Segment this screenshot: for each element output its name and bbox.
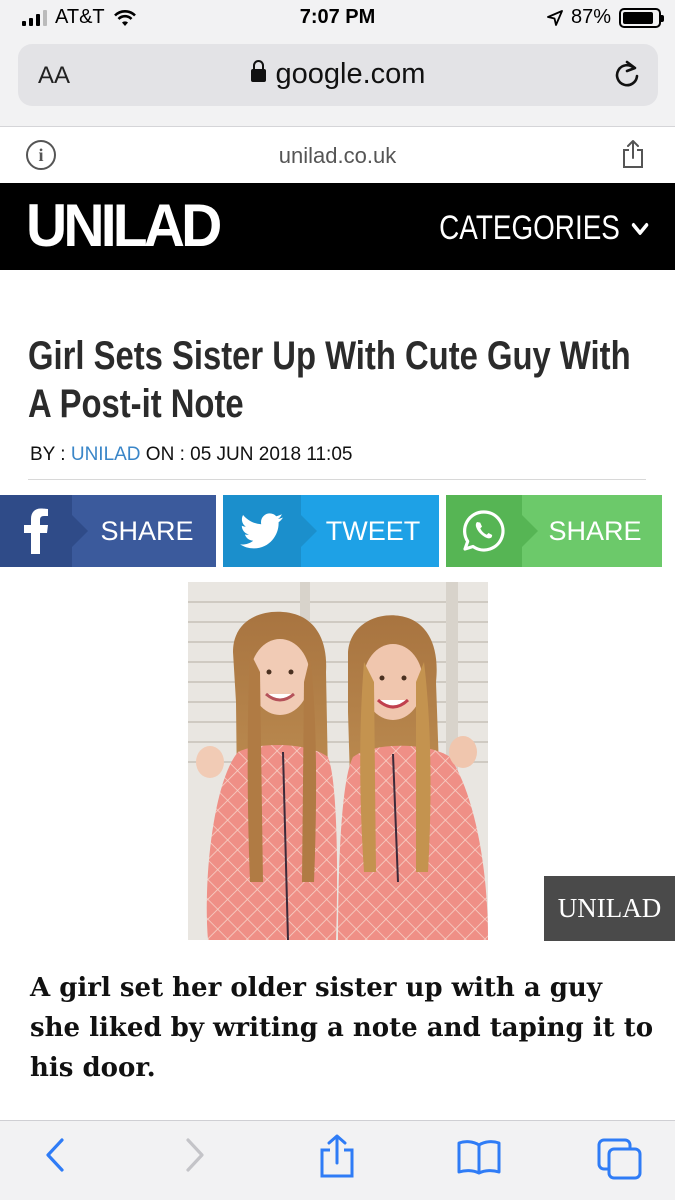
whatsapp-share-button[interactable]: SHARE — [446, 495, 662, 567]
byline: BY : UNILAD ON : 05 JUN 2018 11:05 — [30, 444, 352, 466]
browser-chrome: AA google.com — [0, 40, 675, 127]
sisters-photo-illustration — [188, 582, 488, 940]
facebook-share-label: SHARE — [100, 515, 194, 546]
article-title: Girl Sets Sister Up With Cute Guy With A… — [28, 334, 631, 426]
whatsapp-share-label: SHARE — [548, 515, 642, 546]
url-display[interactable]: google.com — [18, 58, 658, 91]
twitter-icon-box — [223, 495, 317, 567]
chevron-down-icon — [631, 222, 649, 235]
safari-toolbar — [0, 1120, 675, 1200]
author-link[interactable]: UNILAD — [71, 444, 141, 465]
battery-percent: 87% — [570, 6, 611, 28]
twitter-tweet-label: TWEET — [325, 515, 421, 546]
publish-date: ON : 05 JUN 2018 11:05 — [140, 444, 353, 465]
facebook-icon-box — [0, 495, 88, 567]
reload-icon[interactable] — [612, 58, 642, 90]
categories-menu[interactable]: CATEGORIES — [439, 209, 649, 248]
back-icon[interactable] — [40, 1135, 70, 1175]
divider — [28, 479, 646, 480]
site-logo[interactable]: UNILAD — [26, 191, 222, 260]
lock-icon — [250, 60, 266, 82]
twitter-icon — [240, 513, 283, 549]
article-photo — [188, 582, 488, 940]
whatsapp-icon-box — [446, 495, 538, 567]
site-header: UNILAD CATEGORIES — [0, 183, 675, 270]
battery-icon — [619, 7, 664, 28]
categories-label: CATEGORIES — [438, 209, 620, 247]
unilad-watermark: UNILAD — [544, 876, 675, 941]
url-text: google.com — [275, 58, 426, 90]
bookmarks-icon[interactable] — [456, 1139, 502, 1175]
facebook-share-button[interactable]: SHARE — [0, 495, 216, 567]
battery-fill — [623, 11, 653, 24]
whatsapp-icon — [463, 510, 505, 552]
forward-icon[interactable] — [180, 1135, 210, 1175]
tabs-icon[interactable] — [596, 1137, 644, 1181]
location-arrow-icon — [547, 9, 563, 26]
status-bar: AT&T 7:07 PM 87% — [0, 0, 675, 40]
twitter-tweet-button[interactable]: TWEET — [223, 495, 439, 567]
byline-prefix: BY : — [30, 444, 71, 465]
site-domain[interactable]: unilad.co.uk — [0, 143, 675, 169]
share-icon[interactable] — [621, 139, 645, 169]
amp-info-bar: i unilad.co.uk — [0, 127, 675, 183]
share-sheet-icon[interactable] — [318, 1133, 356, 1179]
address-bar[interactable]: AA google.com — [18, 44, 658, 106]
article-body: A girl set her older sister up with a gu… — [30, 973, 654, 1083]
facebook-icon — [24, 508, 48, 554]
status-right: 87% — [547, 6, 664, 29]
